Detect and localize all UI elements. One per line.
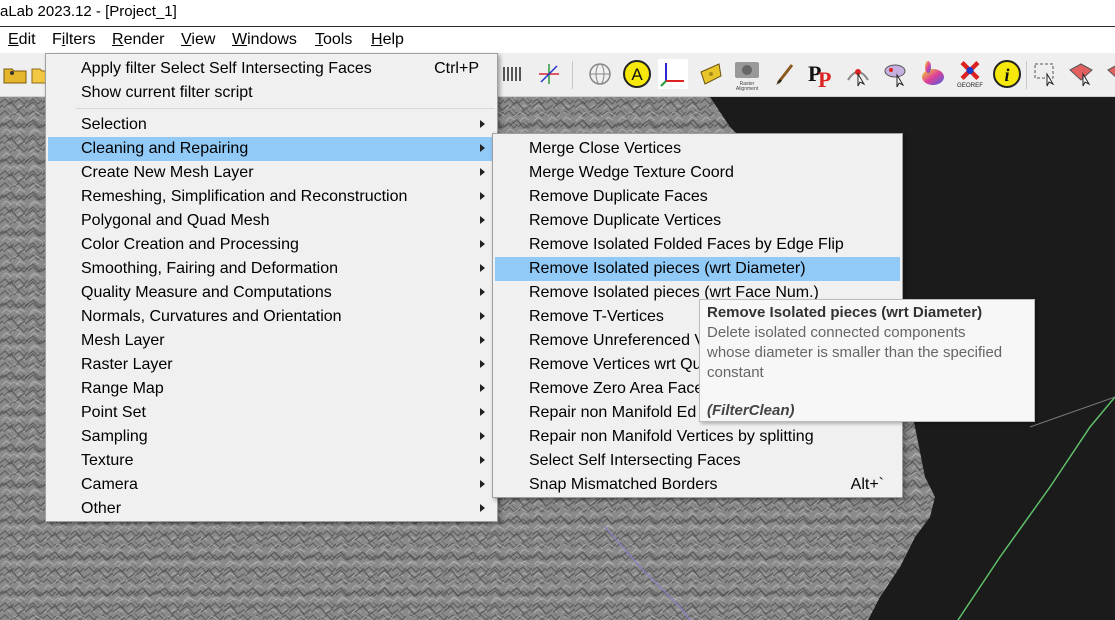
color-bunny-icon[interactable]: [918, 59, 948, 89]
green-guide-line: [957, 396, 1115, 620]
tooltip-description-line: constant: [707, 364, 764, 381]
menu-item-normals[interactable]: Normals, Curvatures and Orientation: [48, 305, 495, 329]
submenu-arrow-icon: [480, 240, 485, 248]
menu-item-smoothing[interactable]: Smoothing, Fairing and Deformation: [48, 257, 495, 281]
menu-item-camera[interactable]: Camera: [48, 473, 495, 497]
menu-item-texture[interactable]: Texture: [48, 449, 495, 473]
filter-tooltip: Remove Isolated pieces (wrt Diameter) De…: [699, 299, 1035, 422]
tooltip-description-line: Delete isolated connected components: [707, 324, 966, 341]
menu-filters[interactable]: Filters: [52, 31, 96, 49]
menu-item-mesh-layer[interactable]: Mesh Layer: [48, 329, 495, 353]
toolbar-separator: [572, 61, 573, 89]
sphere-icon[interactable]: [585, 59, 615, 89]
submenu-arrow-icon: [480, 336, 485, 344]
cheese-icon[interactable]: [696, 59, 726, 89]
select-rect-icon[interactable]: [1030, 59, 1060, 89]
svg-text:P: P: [818, 67, 831, 89]
menu-item-other[interactable]: Other: [48, 497, 495, 521]
menu-item-range-map[interactable]: Range Map: [48, 377, 495, 401]
georef-icon[interactable]: GEOREF: [955, 59, 985, 89]
submenu-arrow-icon: [480, 384, 485, 392]
tooltip-description-line: whose diameter is smaller than the speci…: [707, 344, 1003, 361]
menu-item-sampling[interactable]: Sampling: [48, 425, 495, 449]
menu-item-apply-filter[interactable]: Apply filter Select Self Intersecting Fa…: [48, 57, 495, 81]
svg-text:GEOREF: GEOREF: [957, 82, 983, 89]
menu-item-quality-measure[interactable]: Quality Measure and Computations: [48, 281, 495, 305]
svg-text:A: A: [631, 65, 643, 84]
align-icon[interactable]: [881, 59, 911, 89]
menu-item-remove-dup-vertices[interactable]: Remove Duplicate Vertices: [495, 209, 900, 233]
menu-item-repair-nonmanifold-vertices[interactable]: Repair non Manifold Vertices by splittin…: [495, 425, 900, 449]
menu-item-selection[interactable]: Selection: [48, 113, 495, 137]
submenu-arrow-icon: [480, 168, 485, 176]
menu-windows[interactable]: Windows: [232, 31, 297, 49]
submenu-arrow-icon: [480, 120, 485, 128]
menu-bar: Edit Filters Render View Windows Tools H…: [0, 27, 1115, 53]
select-verts-icon[interactable]: [1100, 59, 1115, 89]
menu-item-select-self-intersecting[interactable]: Select Self Intersecting Faces: [495, 449, 900, 473]
menu-item-show-script[interactable]: Show current filter script: [48, 81, 495, 105]
submenu-arrow-icon: [480, 288, 485, 296]
submenu-arrow-icon: [480, 456, 485, 464]
submenu-arrow-icon: [480, 408, 485, 416]
menu-item-color-creation[interactable]: Color Creation and Processing: [48, 233, 495, 257]
menu-item-snap-mismatched-borders[interactable]: Snap Mismatched Borders Alt+`: [495, 473, 900, 497]
submenu-arrow-icon: [480, 192, 485, 200]
layer-dots-icon[interactable]: [497, 59, 527, 89]
menu-item-cleaning-repairing[interactable]: Cleaning and Repairing: [48, 137, 495, 161]
menu-item-merge-wedge-texcoord[interactable]: Merge Wedge Texture Coord: [495, 161, 900, 185]
submenu-arrow-icon: [480, 264, 485, 272]
axes-icon[interactable]: [658, 59, 688, 89]
select-faces-icon[interactable]: [1066, 59, 1096, 89]
menu-item-remove-isolated-diameter[interactable]: Remove Isolated pieces (wrt Diameter): [495, 257, 900, 281]
menu-separator: [76, 108, 495, 109]
menu-item-point-set[interactable]: Point Set: [48, 401, 495, 425]
tooltip-plugin-name: (FilterClean): [707, 402, 795, 419]
menu-help[interactable]: Help: [371, 31, 404, 49]
menu-edit[interactable]: Edit: [8, 31, 36, 49]
vertex-select-icon[interactable]: [843, 59, 873, 89]
title-bar: aLab 2023.12 - [Project_1]: [0, 0, 1115, 26]
tooltip-title: Remove Isolated pieces (wrt Diameter): [707, 304, 983, 321]
submenu-arrow-icon: [480, 312, 485, 320]
open-project-icon[interactable]: [0, 59, 30, 89]
paintbrush-icon[interactable]: [770, 59, 800, 89]
filters-menu: Apply filter Select Self Intersecting Fa…: [45, 53, 498, 522]
menu-render[interactable]: Render: [112, 31, 164, 49]
axis-triad-icon[interactable]: [534, 59, 564, 89]
menu-item-remove-folded-faces[interactable]: Remove Isolated Folded Faces by Edge Fli…: [495, 233, 900, 257]
submenu-arrow-icon: [480, 480, 485, 488]
info-icon[interactable]: i: [992, 59, 1022, 89]
svg-text:i: i: [1004, 65, 1009, 85]
menu-item-raster-layer[interactable]: Raster Layer: [48, 353, 495, 377]
menu-item-remove-dup-faces[interactable]: Remove Duplicate Faces: [495, 185, 900, 209]
svg-text:Alignment: Alignment: [736, 86, 759, 91]
submenu-arrow-icon: [480, 360, 485, 368]
menu-item-polygonal-quad[interactable]: Polygonal and Quad Mesh: [48, 209, 495, 233]
submenu-arrow-icon: [480, 432, 485, 440]
submenu-arrow-icon: [480, 144, 485, 152]
menu-item-remeshing[interactable]: Remeshing, Simplification and Reconstruc…: [48, 185, 495, 209]
toolbar-separator: [1026, 61, 1027, 89]
annotation-a-icon[interactable]: A: [622, 59, 652, 89]
submenu-arrow-icon: [480, 504, 485, 512]
camera-icon[interactable]: Raster Alignment: [732, 59, 762, 91]
submenu-arrow-icon: [480, 216, 485, 224]
menu-item-merge-close-vertices[interactable]: Merge Close Vertices: [495, 137, 900, 161]
menu-view[interactable]: View: [181, 31, 215, 49]
menu-tools[interactable]: Tools: [315, 31, 352, 49]
pickpoints-icon[interactable]: PP: [806, 59, 836, 89]
menu-item-create-mesh-layer[interactable]: Create New Mesh Layer: [48, 161, 495, 185]
window-title: aLab 2023.12 - [Project_1]: [0, 3, 177, 20]
